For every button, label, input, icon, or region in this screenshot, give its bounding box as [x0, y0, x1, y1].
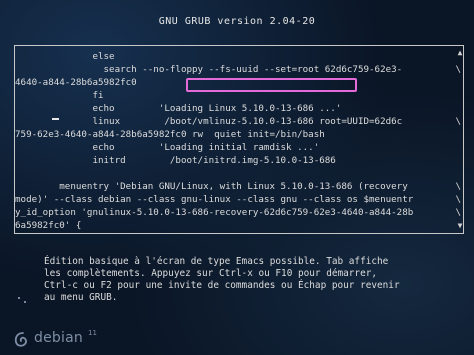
editor-line-kernel-params[interactable]: 759-62e3-4640-a844-28b6a5982fc0 rw quiet…	[15, 128, 325, 141]
scroll-up-icon[interactable]: ▲	[456, 49, 464, 57]
editor-scrollbar[interactable]: ▲ ▼	[456, 49, 464, 230]
editor-line[interactable]: echo 'Loading Linux 5.10.0-13-686 ...'	[15, 102, 341, 115]
debian-version: 11	[88, 329, 97, 337]
editor-line[interactable]: linux /boot/vmlinuz-5.10.0-13-686 root=U…	[15, 115, 402, 128]
grub-title: GNU GRUB version 2.04-20	[158, 16, 316, 27]
debian-swirl-icon	[14, 332, 27, 347]
editor-line[interactable]: mode)' --class debian --class gnu-linux …	[15, 193, 413, 206]
editor-line[interactable]: load_video	[15, 232, 148, 233]
kernel-params-highlight	[186, 78, 357, 92]
decorative-dot	[18, 297, 20, 299]
editor-line[interactable]: else	[15, 50, 114, 63]
editor-line[interactable]: 4640-a844-28b6a5982fc0	[15, 76, 137, 89]
editor-line[interactable]: echo 'Loading initial ramdisk ...'	[15, 141, 319, 154]
editor-line[interactable]: 6a5982fc0' {	[15, 219, 81, 232]
boot-entry-editor[interactable]: else search --no-floppy --fs-uuid --set=…	[14, 45, 464, 234]
editor-line[interactable]: y_id_option 'gnulinux-5.10.0-13-686-reco…	[15, 206, 413, 219]
editor-line[interactable]: fi	[15, 89, 103, 102]
debian-logo-text: debian	[34, 330, 83, 346]
scroll-down-icon[interactable]: ▼	[456, 222, 464, 230]
editor-line[interactable]: search --no-floppy --fs-uuid --set=root …	[15, 63, 403, 76]
editor-line[interactable]: initrd /boot/initrd.img-5.10.0-13-686	[15, 154, 335, 167]
help-text: Édition basique à l'écran de type Emacs …	[44, 256, 400, 303]
decorative-dot	[24, 301, 26, 303]
text-cursor	[52, 118, 59, 120]
editor-line[interactable]: menuentry 'Debian GNU/Linux, with Linux …	[15, 180, 407, 193]
